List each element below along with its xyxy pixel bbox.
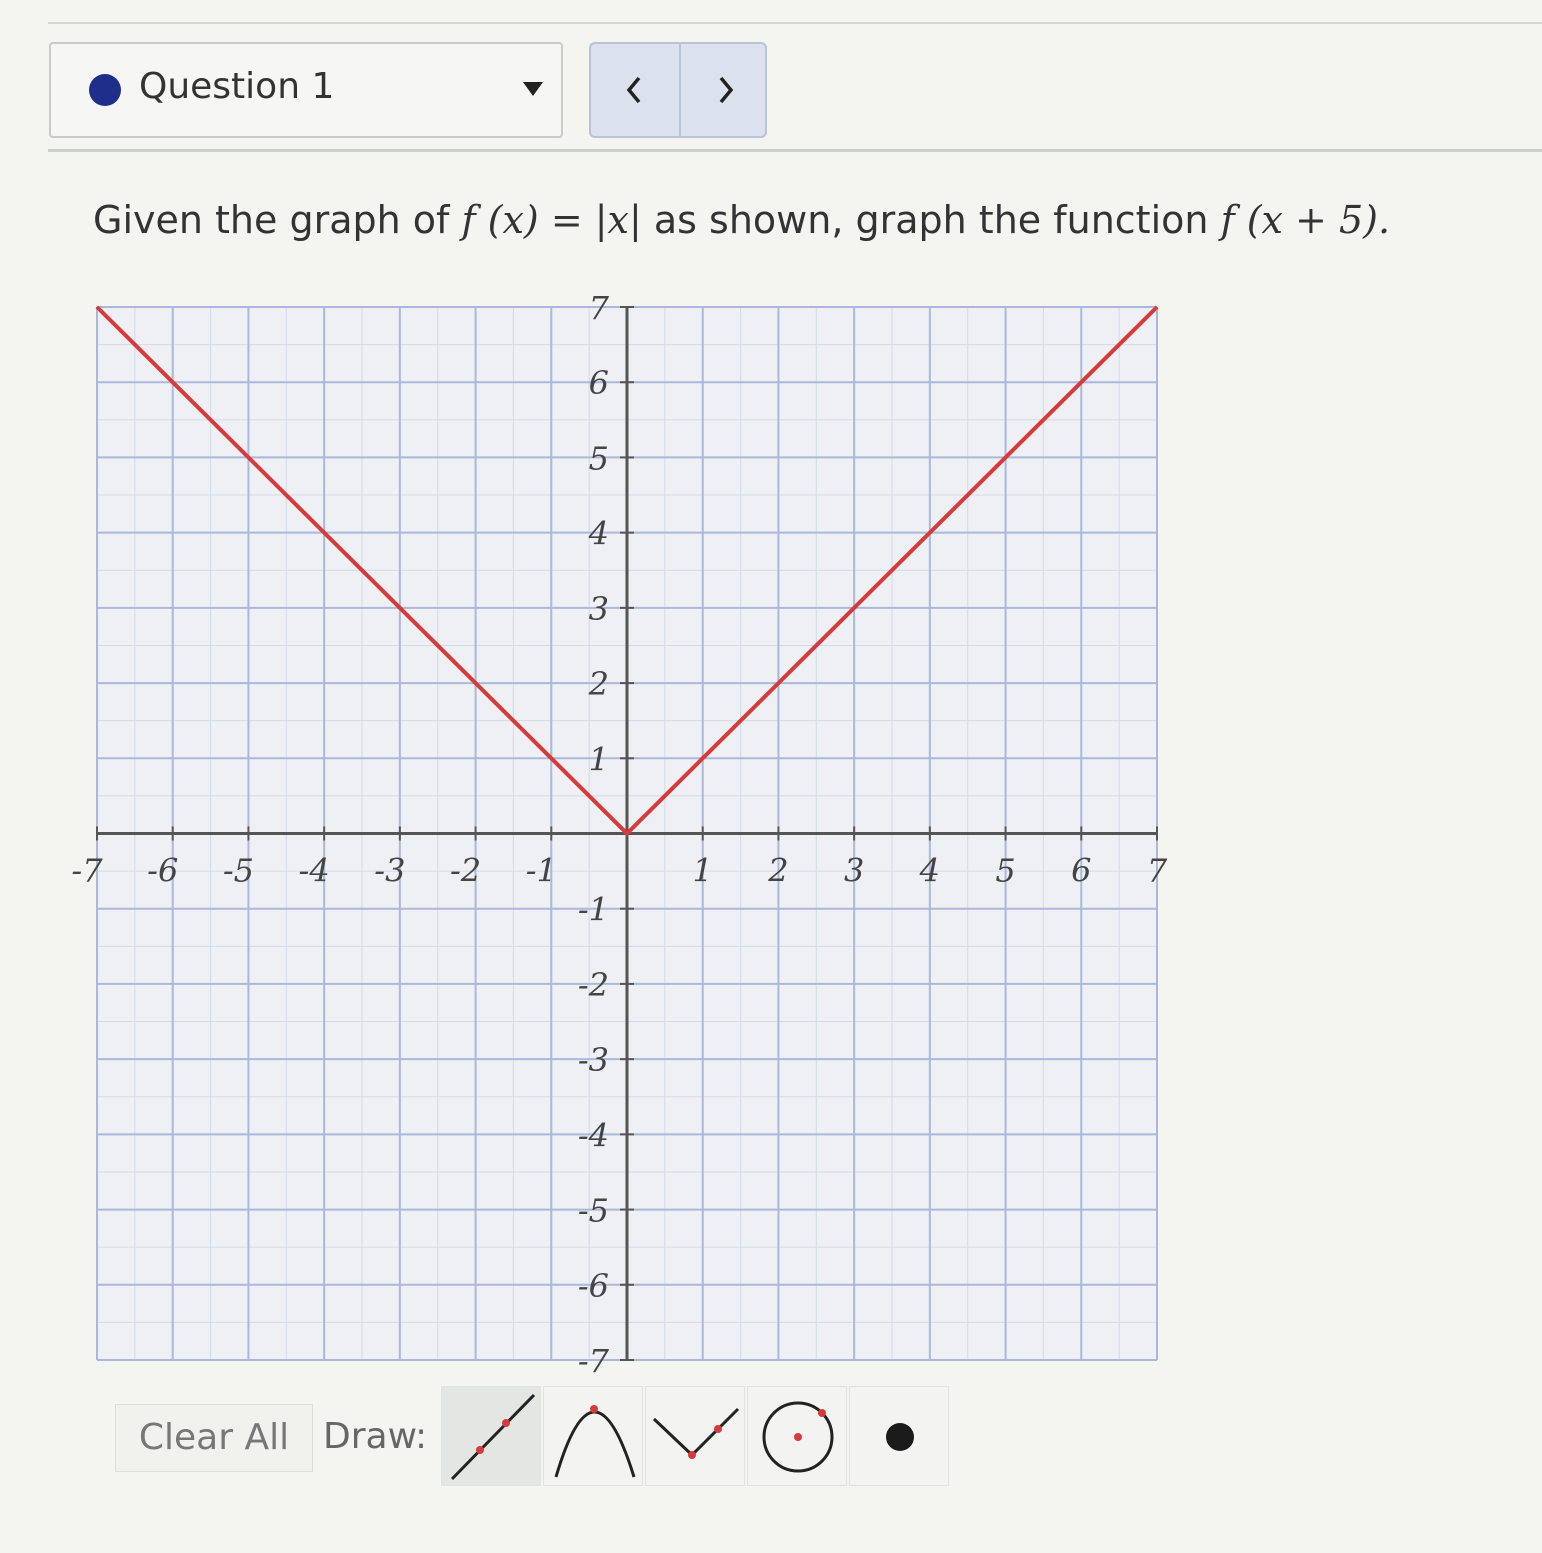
x-tick-label: -1 — [526, 852, 557, 890]
y-tick-label: 2 — [588, 665, 609, 703]
point-tool-icon — [886, 1423, 914, 1451]
graph-canvas[interactable]: -7 -6 -5 -4 -3 -2 -1 1 2 3 4 5 6 7 7 6 5 4 3 2 1 -1 -2 -3 -4 -5 -6… — [0, 0, 1542, 1553]
line-tool-icon — [450, 1393, 536, 1481]
y-tick-label: 5 — [589, 439, 609, 477]
y-tick-label: -2 — [578, 966, 609, 1004]
circle-tool-icon — [762, 1401, 834, 1473]
point-tool-button[interactable] — [849, 1386, 949, 1486]
line-tool-button[interactable] — [441, 1386, 541, 1486]
y-tick-label: -4 — [578, 1116, 609, 1154]
y-tick-label: -5 — [578, 1192, 609, 1230]
x-tick-label: -3 — [374, 852, 405, 890]
x-tick-label: -5 — [223, 852, 254, 890]
x-tick-label: -7 — [71, 852, 103, 890]
x-tick-label: 3 — [844, 852, 864, 890]
absolute-value-tool-icon — [652, 1407, 740, 1459]
y-tick-label: 3 — [589, 590, 609, 628]
x-tick-label: -2 — [450, 852, 481, 890]
y-tick-label: -3 — [578, 1041, 609, 1079]
y-tick-label: 1 — [589, 740, 609, 778]
draw-label: Draw: — [323, 1416, 428, 1457]
x-tick-label: 5 — [995, 852, 1015, 890]
x-tick-label: 1 — [693, 852, 713, 890]
x-tick-label: 4 — [919, 852, 940, 890]
y-tick-label: -7 — [578, 1342, 610, 1380]
y-tick-label: 6 — [589, 364, 609, 402]
x-tick-label: -6 — [147, 852, 178, 890]
absolute-value-tool-button[interactable] — [645, 1386, 745, 1486]
x-tick-label: 7 — [1147, 852, 1168, 890]
circle-tool-button[interactable] — [747, 1386, 847, 1486]
parabola-tool-icon — [554, 1405, 636, 1478]
x-tick-label: 6 — [1071, 852, 1091, 890]
y-tick-label: 4 — [588, 515, 609, 553]
parabola-tool-button[interactable] — [543, 1386, 643, 1486]
x-tick-label: 2 — [767, 852, 788, 890]
y-tick-label: 7 — [589, 289, 610, 327]
y-tick-label: -1 — [578, 891, 609, 929]
y-tick-label: -6 — [578, 1267, 609, 1305]
clear-all-button[interactable]: Clear All — [115, 1404, 313, 1472]
x-tick-label: -4 — [299, 852, 330, 890]
